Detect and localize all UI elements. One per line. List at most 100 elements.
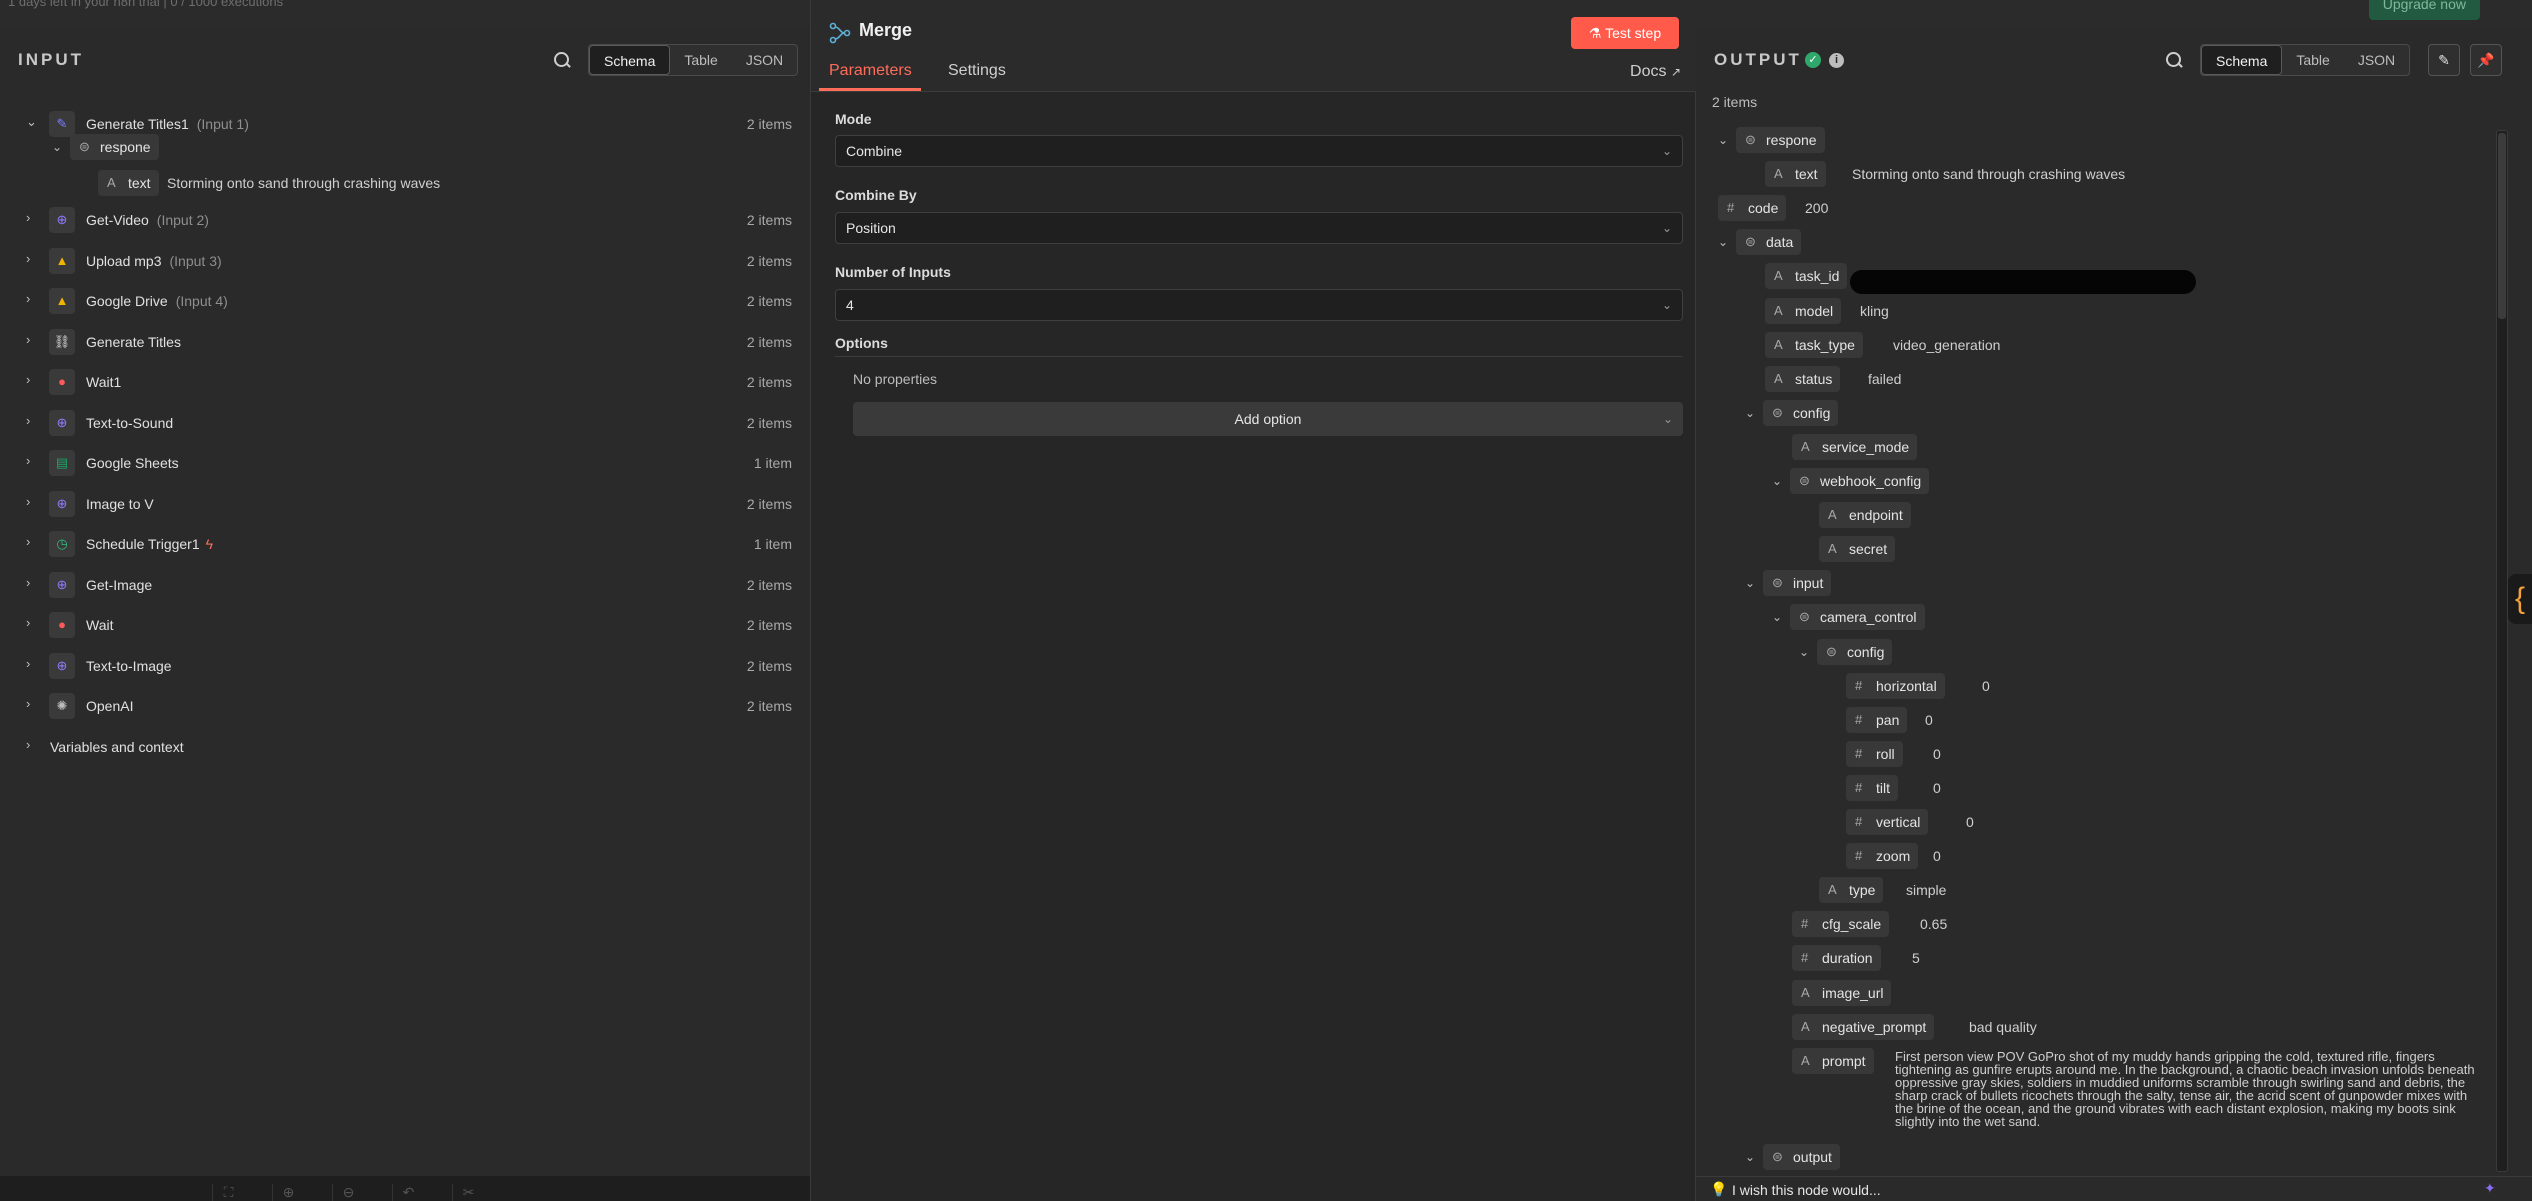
input-node-row[interactable]: › ⊕ Image to V 2 items — [0, 490, 810, 518]
chevron-down-icon[interactable]: ⌄ — [1772, 610, 1786, 624]
schema-key-text[interactable]: Atext — [98, 170, 159, 196]
chevron-down-icon[interactable]: ⌄ — [1718, 235, 1732, 249]
input-node-row[interactable]: › ● Wait1 2 items — [0, 368, 810, 396]
combine-by-select[interactable]: Position ⌄ — [835, 212, 1683, 244]
schema-key-status[interactable]: Astatus — [1765, 366, 1841, 392]
schema-key-cfg-scale[interactable]: # cfg_scale — [1792, 911, 1890, 937]
schema-key-text[interactable]: Atext — [1765, 161, 1826, 187]
schema-key-service-mode[interactable]: Aservice_mode — [1792, 434, 1918, 460]
schema-key-label: text — [1795, 166, 1818, 182]
chevron-down-icon[interactable]: ⌄ — [1772, 474, 1786, 488]
chevron-right-icon[interactable]: › — [26, 696, 40, 714]
input-node-row[interactable]: › Variables and context — [0, 733, 810, 761]
schema-key-data[interactable]: ⊜ data — [1736, 229, 1802, 255]
add-option-button[interactable]: Add option ⌄ — [853, 402, 1683, 436]
chevron-right-icon[interactable]: › — [26, 210, 40, 228]
chevron-down-icon[interactable]: ⌄ — [1745, 1150, 1759, 1164]
schema-key-image-url[interactable]: Aimage_url — [1792, 980, 1892, 1006]
chevron-down-icon[interactable]: ⌄ — [1799, 645, 1813, 659]
schema-value: 0 — [1966, 814, 1974, 830]
schema-key-zoom[interactable]: # zoom — [1846, 843, 1919, 869]
chevron-right-icon[interactable]: › — [26, 534, 40, 552]
ai-assistant-icon[interactable]: ✦ — [2484, 1180, 2504, 1200]
schema-key-tilt[interactable]: # tilt — [1846, 775, 1898, 801]
chevron-right-icon[interactable]: › — [26, 453, 40, 471]
chevron-right-icon[interactable]: › — [26, 413, 40, 431]
chevron-down-icon[interactable]: ⌄ — [52, 140, 66, 154]
schema-key-respone[interactable]: ⊜ respone — [1736, 127, 1825, 153]
input-view-json[interactable]: JSON — [732, 45, 797, 75]
schema-key-model[interactable]: Amodel — [1765, 298, 1842, 324]
input-node-row[interactable]: › ▲ Upload mp3 (Input 3) 2 items — [0, 247, 810, 275]
schema-key-task-id[interactable]: Atask_id — [1765, 263, 1848, 289]
input-node-row[interactable]: › ⛓ Generate Titles 2 items — [0, 328, 810, 356]
chevron-right-icon[interactable]: › — [26, 737, 40, 755]
upgrade-button[interactable]: Upgrade now — [2368, 0, 2480, 20]
json-panel-toggle-icon[interactable]: { — [2508, 574, 2532, 624]
chevron-right-icon[interactable]: › — [26, 372, 40, 390]
chevron-right-icon[interactable]: › — [26, 291, 40, 309]
zoom-in-icon[interactable]: ⊕ — [272, 1184, 304, 1201]
schema-key-type[interactable]: Atype — [1819, 877, 1884, 903]
number-of-inputs-select[interactable]: 4 ⌄ — [835, 289, 1683, 321]
chevron-down-icon[interactable]: ⌄ — [1745, 576, 1759, 590]
docs-link[interactable]: Docs ↗ — [1630, 63, 1681, 81]
input-node-row[interactable]: › ⊕ Text-to-Sound 2 items — [0, 409, 810, 437]
input-view-schema[interactable]: Schema — [589, 45, 671, 75]
chevron-right-icon[interactable]: › — [26, 575, 40, 593]
schema-key-prompt[interactable]: Aprompt — [1792, 1048, 1874, 1074]
input-node-row[interactable]: › ⊕ Text-to-Image 2 items — [0, 652, 810, 680]
input-node-row[interactable]: › ✺ OpenAI 2 items — [0, 692, 810, 720]
fit-view-icon[interactable]: ⛶ — [212, 1184, 244, 1201]
scrollbar-thumb[interactable] — [2498, 133, 2506, 319]
chevron-right-icon[interactable]: › — [26, 251, 40, 269]
chevron-right-icon[interactable]: › — [26, 494, 40, 512]
schema-key-output[interactable]: ⊜ output — [1763, 1144, 1840, 1170]
schema-key-duration[interactable]: # duration — [1792, 945, 1881, 971]
chevron-down-icon[interactable]: ⌄ — [26, 114, 40, 132]
schema-key-vertical[interactable]: # vertical — [1846, 809, 1929, 835]
input-node-row[interactable]: › ● Wait 2 items — [0, 611, 810, 639]
schema-key-camera-control[interactable]: ⊜ camera_control — [1790, 604, 1925, 630]
input-node-row[interactable]: › ⊕ Get-Image 2 items — [0, 571, 810, 599]
schema-key-secret[interactable]: Asecret — [1819, 536, 1896, 562]
schema-key-code[interactable]: # code — [1718, 195, 1787, 221]
tab-settings[interactable]: Settings — [948, 62, 1006, 80]
zoom-out-icon[interactable]: ⊖ — [332, 1184, 364, 1201]
schema-key-input[interactable]: ⊜ input — [1763, 570, 1832, 596]
mode-select[interactable]: Combine ⌄ — [835, 135, 1683, 167]
schema-key-negative-prompt[interactable]: Anegative_prompt — [1792, 1014, 1935, 1040]
feedback-bar[interactable]: 💡 I wish this node would... — [1696, 1176, 2532, 1201]
node-title: Merge — [859, 20, 913, 40]
node-name: Upload mp3 (Input 3) — [86, 253, 222, 269]
chevron-down-icon[interactable]: ⌄ — [1718, 133, 1732, 147]
schema-key-roll[interactable]: # roll — [1846, 741, 1903, 767]
chevron-right-icon[interactable]: › — [26, 615, 40, 633]
schema-key-config[interactable]: ⊜ config — [1763, 400, 1839, 426]
schema-key-webhook-config[interactable]: ⊜ webhook_config — [1790, 468, 1930, 494]
input-node-row[interactable]: › ⊕ Get-Video (Input 2) 2 items — [0, 206, 810, 234]
input-node-row[interactable]: › ▲ Google Drive (Input 4) 2 items — [0, 287, 810, 315]
search-icon[interactable] — [553, 51, 571, 69]
test-step-button[interactable]: ⚗ Test step — [1571, 17, 1679, 49]
tab-parameters[interactable]: Parameters — [829, 62, 912, 80]
input-node-row[interactable]: › ▤ Google Sheets 1 item — [0, 449, 810, 477]
schema-key-task-type[interactable]: Atask_type — [1765, 332, 1863, 358]
input-view-table[interactable]: Table — [670, 45, 731, 75]
schema-key-pan[interactable]: # pan — [1846, 707, 1908, 733]
schema-key-label: camera_control — [1820, 609, 1917, 625]
schema-key-label: text — [128, 175, 151, 191]
schema-key-horizontal[interactable]: # horizontal — [1846, 673, 1945, 699]
schema-key-label: config — [1793, 405, 1831, 421]
schema-value: 0 — [1933, 780, 1941, 796]
schema-key-config[interactable]: ⊜ config — [1817, 639, 1893, 665]
output-scrollbar[interactable] — [2496, 130, 2508, 1172]
tidy-icon[interactable]: ✂ — [452, 1184, 484, 1201]
schema-key-respone[interactable]: ⊜ respone — [70, 134, 159, 160]
schema-key-endpoint[interactable]: Aendpoint — [1819, 502, 1911, 528]
chevron-down-icon[interactable]: ⌄ — [1745, 406, 1759, 420]
chevron-right-icon[interactable]: › — [26, 332, 40, 350]
chevron-right-icon[interactable]: › — [26, 656, 40, 674]
undo-icon[interactable]: ↶ — [392, 1184, 424, 1201]
input-node-row[interactable]: › ◷ Schedule Trigger1 ϟ 1 item — [0, 530, 810, 558]
